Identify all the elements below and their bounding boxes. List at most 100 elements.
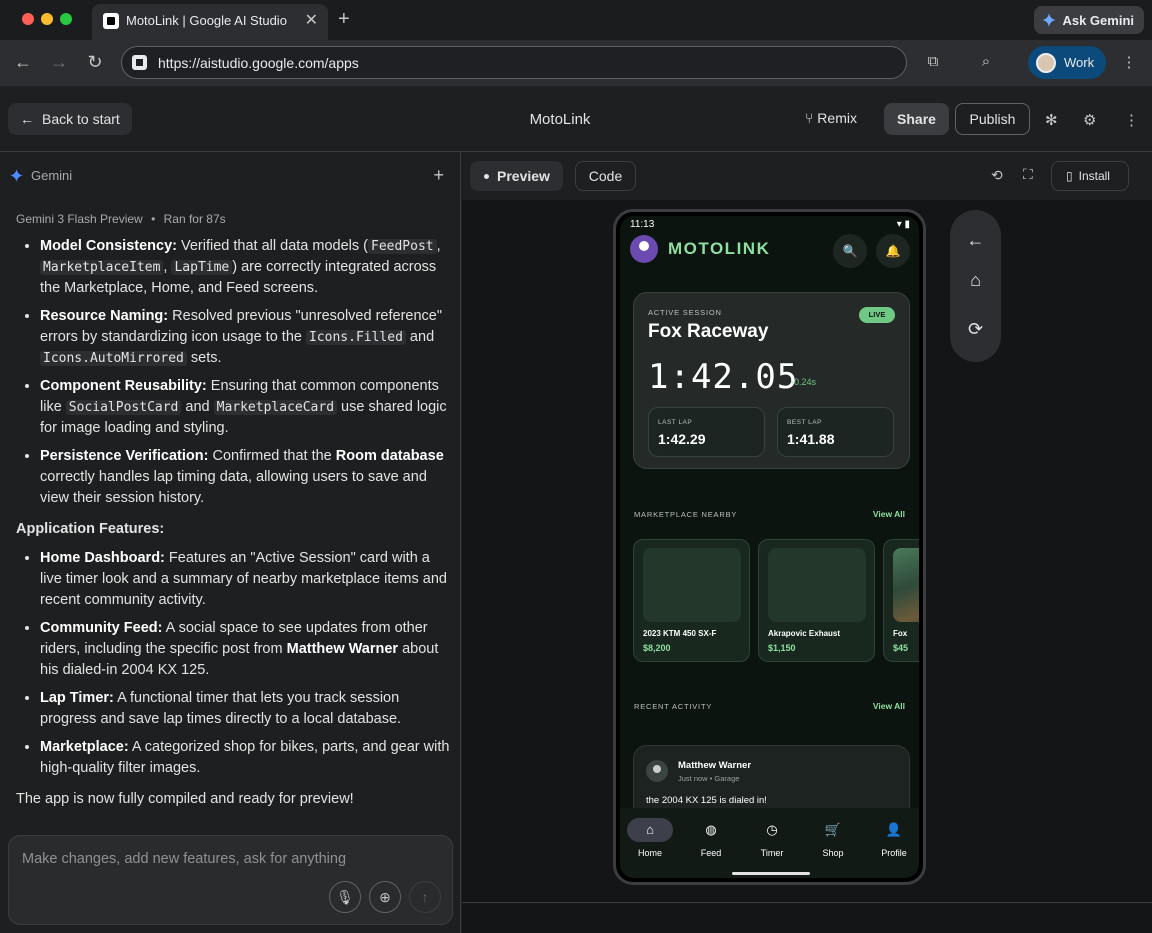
install-label: Install [1078, 169, 1110, 183]
nav-timer[interactable]: ◷ Timer [744, 818, 800, 858]
item-name: Akrapovic Exhaust [768, 629, 841, 638]
nav-home[interactable]: ⌂ Home [622, 818, 678, 858]
address-url: https://aistudio.google.com/apps [158, 55, 359, 71]
bug-icon[interactable]: ✻ [1045, 111, 1058, 129]
marketplace-card[interactable]: 2023 KTM 450 SX-F $8,200 [633, 539, 750, 662]
send-arrow-icon[interactable]: ↑ [409, 881, 441, 913]
more-menu-icon[interactable]: ⋮ [1124, 111, 1139, 129]
gesture-home-bar[interactable] [732, 872, 810, 875]
recent-activity-header: RECENT ACTIVITY [634, 702, 713, 711]
emulator-home-icon[interactable]: ⌂ [950, 270, 1001, 291]
marketplace-card[interactable]: Akrapovic Exhaust $1,150 [758, 539, 875, 662]
fullscreen-icon[interactable]: ⛶ [1023, 166, 1033, 183]
tab-preview[interactable]: Preview [470, 161, 563, 191]
window-close-button[interactable] [22, 13, 34, 25]
tab-preview-label: Preview [497, 168, 550, 184]
item-price: $45 [893, 643, 909, 653]
app-title: MotoLink [529, 111, 591, 128]
ask-gemini-button[interactable]: Ask Gemini [1034, 6, 1144, 34]
bottom-navigation: ⌂ Home ◍ Feed ◷ Timer 🛒 Shop 👤 Profile [620, 808, 919, 878]
profile-avatar [1036, 52, 1056, 73]
address-bar[interactable]: https://aistudio.google.com/apps [121, 46, 907, 79]
tab-favicon-icon [103, 13, 119, 29]
closing-text: The app is now fully compiled and ready … [16, 791, 354, 807]
profile-button[interactable]: Work [1028, 46, 1106, 79]
features-list: Home Dashboard: Features an "Active Sess… [16, 548, 450, 779]
app-brand-title: MOTOLINK [668, 239, 771, 258]
extensions-icon[interactable]: ⧉ [923, 53, 943, 73]
nav-shop[interactable]: 🛒 Shop [805, 818, 861, 858]
tab-close-icon[interactable]: ✕ [305, 10, 318, 30]
marketplace-card[interactable]: Fox $45 [883, 539, 919, 662]
item-image [768, 548, 866, 622]
section-heading: Application Features: [16, 521, 165, 537]
search-icon[interactable]: 🔍 [833, 234, 867, 268]
list-item: Marketplace: A categorized shop for bike… [40, 737, 450, 779]
marketplace-header: MARKETPLACE NEARBY [634, 510, 738, 519]
publish-button[interactable]: Publish [955, 103, 1030, 135]
settings-gear-icon[interactable]: ⚙ [1083, 111, 1096, 129]
chat-agent-header: Gemini [10, 168, 72, 183]
new-tab-button[interactable]: + [338, 8, 350, 31]
forward-arrow-icon[interactable]: → [47, 52, 71, 73]
browser-toolbar: ← → ↻ https://aistudio.google.com/apps ⧉… [0, 40, 1152, 86]
home-icon: ⌂ [627, 818, 673, 842]
rotate-device-icon[interactable]: ⟲ [991, 167, 1003, 184]
install-button[interactable]: ▯ Install [1051, 161, 1129, 191]
nav-feed[interactable]: ◍ Feed [683, 818, 739, 858]
best-lap-label: BEST LAP [787, 419, 822, 426]
preview-toolbar: Preview Code ⟲ ⛶ ▯ Install [462, 152, 1152, 200]
remix-button[interactable]: ⑂ Remix [805, 110, 857, 126]
remix-label: Remix [817, 110, 857, 126]
item-image [643, 548, 741, 622]
browser-tab[interactable]: MotoLink | Google AI Studio ✕ [92, 4, 328, 40]
last-lap-box: LAST LAP 1:42.29 [648, 407, 765, 457]
microphone-icon[interactable]: 🎙 [329, 881, 361, 913]
phone-screen: 11:13 ▾ ▮ MOTOLINK 🔍 🔔 ACTIVE SESSION Fo… [620, 216, 919, 878]
prompt-input[interactable]: Make changes, add new features, ask for … [8, 835, 453, 925]
list-item: Model Consistency: Verified that all dat… [40, 236, 450, 299]
last-lap-label: LAST LAP [658, 419, 693, 426]
item-image [893, 548, 919, 622]
share-button[interactable]: Share [884, 103, 949, 135]
nav-profile[interactable]: 👤 Profile [866, 818, 919, 858]
session-track: Fox Raceway [648, 321, 769, 342]
list-item: Component Reusability: Ensuring that com… [40, 376, 450, 439]
prompt-placeholder: Make changes, add new features, ask for … [22, 851, 347, 867]
cast-search-icon[interactable]: ⌕ [976, 53, 996, 73]
active-session-card[interactable]: ACTIVE SESSION Fox Raceway LIVE 1:42.05 … [633, 292, 910, 469]
window-minimize-button[interactable] [41, 13, 53, 25]
post-author-avatar [646, 760, 668, 782]
cart-icon: 🛒 [824, 822, 842, 837]
window-maximize-button[interactable] [60, 13, 72, 25]
post-text: the 2004 KX 125 is dialed in! [646, 795, 767, 806]
emulator-back-icon[interactable]: ← [950, 230, 1001, 251]
list-item: Lap Timer: A functional timer that lets … [40, 688, 450, 730]
last-lap-value: 1:42.29 [658, 431, 706, 447]
item-price: $1,150 [768, 643, 796, 653]
browser-menu-icon[interactable]: ⋮ [1119, 53, 1139, 73]
person-icon: 👤 [885, 822, 903, 837]
agent-name: Gemini [31, 168, 73, 183]
install-phone-icon: ▯ [1066, 169, 1073, 183]
site-info-icon[interactable] [132, 55, 147, 70]
emulator-rotate-icon[interactable]: ⟳ [950, 319, 1001, 340]
add-attachment-icon[interactable]: ⊕ [369, 881, 401, 913]
notifications-bell-icon[interactable]: 🔔 [876, 234, 910, 268]
verification-list: Model Consistency: Verified that all dat… [16, 236, 450, 509]
status-time: 11:13 [630, 219, 655, 230]
emulator-controls: ← ⌂ ⟳ [950, 210, 1001, 362]
recent-view-all-link[interactable]: View All [873, 701, 905, 711]
marketplace-view-all-link[interactable]: View All [873, 509, 905, 519]
chat-panel: Gemini + Gemini 3 Flash Preview • Ran fo… [0, 152, 461, 933]
tab-code[interactable]: Code [575, 161, 636, 191]
back-arrow-icon[interactable]: ← [11, 52, 35, 73]
run-meta: Gemini 3 Flash Preview • Ran for 87s [16, 212, 226, 226]
list-item: Community Feed: A social space to see up… [40, 618, 450, 681]
new-chat-plus-icon[interactable]: + [433, 165, 444, 186]
panel-divider [462, 902, 1152, 903]
reload-icon[interactable]: ↻ [83, 52, 107, 73]
app-header: ← Back to start MotoLink ⑂ Remix Share P… [0, 86, 1152, 152]
user-avatar[interactable] [630, 235, 658, 263]
list-item: Resource Naming: Resolved previous "unre… [40, 306, 450, 369]
